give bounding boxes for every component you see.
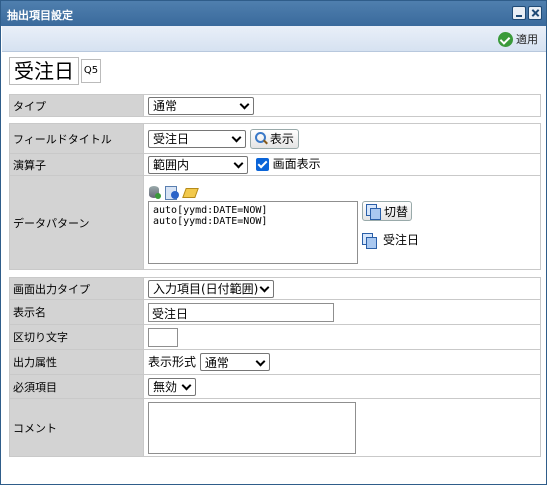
window-title: 抽出項目設定 — [7, 9, 73, 22]
apply-label: 適用 — [516, 33, 538, 46]
apply-button[interactable]: 適用 — [498, 31, 538, 47]
field-title-select[interactable]: 受注日 — [148, 129, 246, 148]
output-type-label: 画面出力タイプ — [9, 277, 144, 300]
chevron-down-icon — [240, 101, 249, 110]
dialog-window: 抽出項目設定 適用 受注日 Q5 タイプ 通常 フィールドタイトル 受注日 表示… — [0, 0, 547, 485]
operator-select[interactable]: 範囲内 — [148, 155, 248, 174]
database-add-icon[interactable] — [148, 185, 162, 200]
display-name-input[interactable]: 受注日 — [148, 302, 334, 322]
output-type-select[interactable]: 入力項目(日付範囲) — [148, 279, 274, 298]
settings-table-top: タイプ 通常 — [9, 94, 541, 117]
operator-label: 演算子 — [9, 153, 144, 176]
toolbar: 適用 — [2, 26, 546, 52]
data-pattern-textarea[interactable]: auto[yymd:DATE=NOW] auto[yymd:DATE=NOW] — [148, 201, 358, 264]
required-select[interactable]: 無効 — [148, 377, 196, 396]
delimiter-input[interactable] — [148, 327, 178, 347]
required-label: 必須項目 — [9, 374, 144, 399]
format-label: 表示形式 — [148, 354, 197, 369]
output-attr-label: 出力属性 — [9, 349, 144, 375]
minimize-button[interactable] — [512, 6, 526, 20]
chevron-down-icon — [232, 134, 241, 143]
chevron-down-icon — [234, 160, 243, 169]
copy-icon — [362, 232, 377, 249]
comment-label: コメント — [9, 398, 144, 457]
magnifier-icon — [254, 132, 268, 145]
linked-field-item[interactable]: 受注日 — [362, 231, 419, 249]
title-bar[interactable]: 抽出項目設定 — [1, 1, 546, 26]
check-circle-icon — [498, 31, 513, 47]
screen-display-label: 画面表示 — [272, 157, 321, 172]
copy-icon — [366, 204, 381, 220]
type-select[interactable]: 通常 — [148, 96, 254, 115]
screen-display-checkbox[interactable] — [255, 158, 269, 172]
type-label: タイプ — [9, 94, 144, 117]
format-select[interactable]: 通常 — [199, 353, 270, 372]
switch-button[interactable]: 切替 — [362, 201, 413, 221]
display-name-label: 表示名 — [9, 299, 144, 325]
field-heading: 受注日 — [9, 57, 79, 85]
comment-textarea[interactable] — [148, 401, 356, 454]
chevron-down-icon — [256, 358, 265, 367]
field-title-label: フィールドタイトル — [9, 123, 144, 154]
chevron-down-icon — [182, 382, 191, 391]
data-pattern-label: データパターン — [9, 175, 144, 270]
settings-table-main: フィールドタイトル 受注日 表示 演算子 範囲内 画面表示 データパターン au… — [9, 123, 541, 270]
settings-table-bottom: 画面出力タイプ 入力項目(日付範囲) 表示名 受注日 区切り文字 出力属性 表示… — [9, 277, 541, 457]
eraser-icon[interactable] — [182, 185, 198, 200]
show-button[interactable]: 表示 — [249, 128, 299, 149]
delimiter-label: 区切り文字 — [9, 324, 144, 350]
field-badge: Q5 — [81, 59, 101, 83]
help-icon[interactable] — [165, 185, 179, 200]
close-button[interactable] — [528, 6, 542, 20]
chevron-down-icon — [260, 284, 269, 293]
